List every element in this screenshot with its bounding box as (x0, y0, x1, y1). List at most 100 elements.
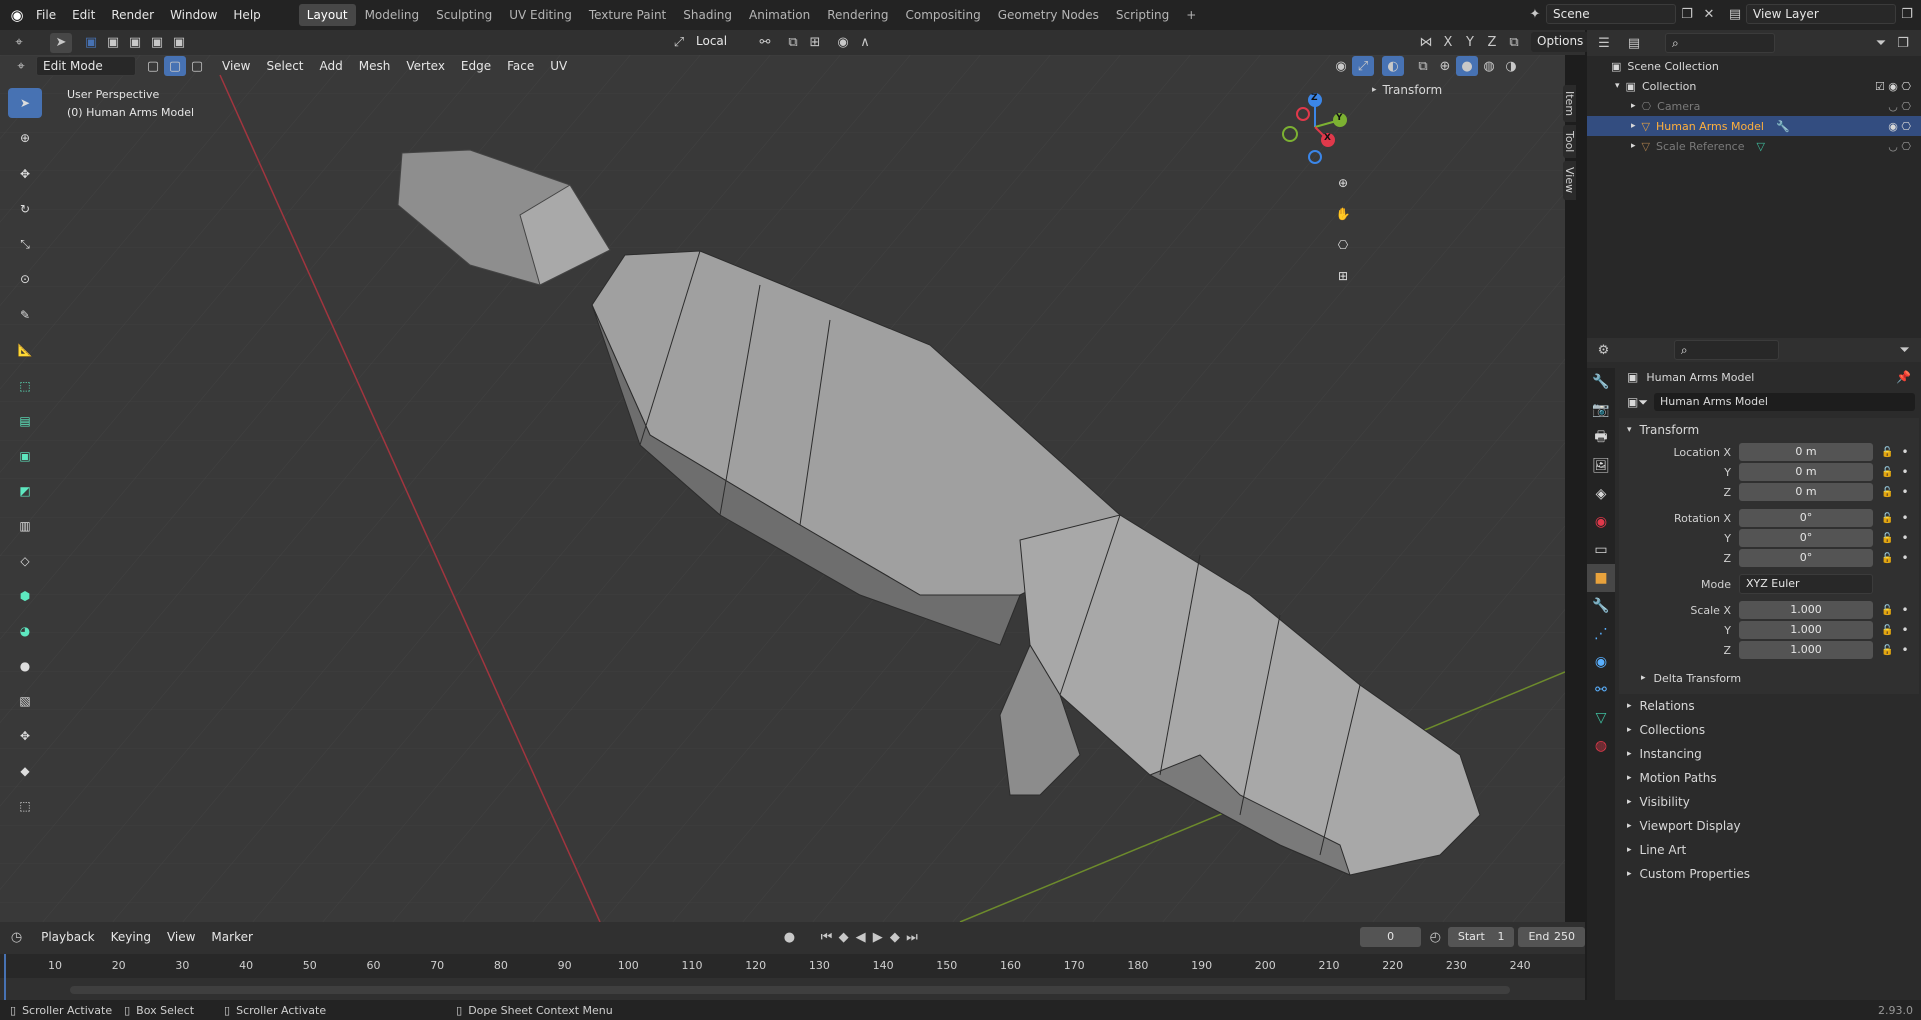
menu-view[interactable]: View (214, 55, 258, 77)
auto-keying-icon[interactable]: ● (781, 927, 798, 947)
menu-help[interactable]: Help (225, 4, 268, 26)
lock-icon[interactable]: 🔓 (1881, 605, 1893, 616)
shrink-fatten-tool-icon[interactable]: ✥ (8, 721, 42, 751)
location-y-field[interactable]: 0 m (1739, 463, 1873, 481)
tool-tab-icon[interactable]: 🔧 (1587, 368, 1615, 396)
axis-x-button[interactable]: X (1437, 32, 1459, 52)
location-x-field[interactable]: 0 m (1739, 443, 1873, 461)
snap-icon[interactable]: ⧉ (782, 32, 804, 52)
keyframe-dot-icon[interactable]: • (1901, 551, 1908, 565)
tab-scripting[interactable]: Scripting (1108, 4, 1177, 26)
new-scene-icon[interactable]: ❐ (1676, 4, 1698, 24)
outliner-item-scale-reference[interactable]: ▸ ▽ Scale Reference ▽ ◡ ⎔ (1587, 136, 1921, 156)
wireframe-shading-icon[interactable]: ⊕ (1434, 56, 1456, 76)
axis-z-button[interactable]: Z (1481, 32, 1503, 52)
blender-logo-icon[interactable]: ◉ (6, 5, 28, 25)
tab-view[interactable]: View (1563, 161, 1576, 200)
panel-line-art[interactable]: ▸ Line Art (1619, 838, 1919, 862)
keyframe-dot-icon[interactable]: • (1901, 643, 1908, 657)
3d-viewport[interactable]: User Perspective (0) Human Arms Model ⌖ … (0, 55, 1565, 922)
timeline-editor-icon[interactable]: ◷ (8, 927, 25, 947)
menu-edit[interactable]: Edit (64, 4, 103, 26)
outliner-scene-collection[interactable]: ▣ Scene Collection (1587, 56, 1921, 76)
keyframe-dot-icon[interactable]: • (1901, 603, 1908, 617)
visibility-eye-icon[interactable]: ◡ ⎔ (1888, 140, 1911, 153)
bevel-tool-icon[interactable]: ◩ (8, 476, 42, 506)
menu-vertex[interactable]: Vertex (398, 55, 453, 77)
view-layer-icon[interactable]: ▤ (1724, 4, 1746, 24)
cursor-tool-icon[interactable]: ⊕ (8, 123, 42, 153)
menu-playback[interactable]: Playback (33, 926, 103, 948)
smooth-tool-icon[interactable]: ● (8, 651, 42, 681)
mirror-icon[interactable]: ⋈ (1415, 32, 1437, 52)
next-keyframe-icon[interactable]: ◆ (886, 927, 903, 947)
lock-icon[interactable]: 🔓 (1881, 625, 1893, 636)
rotation-z-field[interactable]: 0° (1739, 549, 1873, 567)
play-reverse-icon[interactable]: ◀ (852, 927, 869, 947)
keyframe-dot-icon[interactable]: • (1901, 485, 1908, 499)
material-tab-icon[interactable]: ◍ (1587, 732, 1615, 760)
lock-icon[interactable]: 🔓 (1881, 467, 1893, 478)
current-frame-field[interactable]: 0 (1360, 927, 1421, 947)
world-tab-icon[interactable]: ◉ (1587, 508, 1615, 536)
editor-type-icon[interactable]: ⌖ (10, 56, 32, 76)
rip-tool-icon[interactable]: ⬚ (8, 791, 42, 821)
visibility-icon[interactable]: ◉ (1330, 56, 1352, 76)
axis-y-button[interactable]: Y (1459, 32, 1481, 52)
scale-x-field[interactable]: 1.000 (1739, 601, 1873, 619)
play-icon[interactable]: ▶ (869, 927, 886, 947)
lock-icon[interactable]: 🔓 (1881, 447, 1893, 458)
tab-modeling[interactable]: Modeling (357, 4, 428, 26)
start-frame-field[interactable]: Start 1 (1447, 927, 1515, 947)
xray-icon[interactable]: ⧉ (1412, 56, 1434, 76)
playhead[interactable] (4, 954, 6, 1002)
scene-tab-icon[interactable]: ◈ (1587, 480, 1615, 508)
navigation-gizmo[interactable]: Z Y X (1275, 90, 1355, 170)
expand-arrow-icon[interactable]: ▾ (1615, 81, 1620, 91)
zoom-icon[interactable]: ⊕ (1330, 170, 1356, 196)
inset-tool-icon[interactable]: ▣ (8, 441, 42, 471)
edge-slide-tool-icon[interactable]: ▧ (8, 686, 42, 716)
editor-type-icon[interactable]: ⌖ (8, 33, 30, 53)
menu-face[interactable]: Face (499, 55, 542, 77)
output-tab-icon[interactable]: 🖶 (1587, 424, 1615, 452)
view-layer-field[interactable]: View Layer (1746, 4, 1896, 24)
select-extend-icon[interactable]: ▣ (102, 33, 124, 53)
add-cube-tool-icon[interactable]: ⬚ (8, 371, 42, 401)
keyframe-dot-icon[interactable]: • (1901, 531, 1908, 545)
collection-tab-icon[interactable]: ▭ (1587, 536, 1615, 564)
tab-geometry-nodes[interactable]: Geometry Nodes (990, 4, 1107, 26)
rotation-x-field[interactable]: 0° (1739, 509, 1873, 527)
outliner-item-camera[interactable]: ▸ ⎔ Camera ◡ ⎔ (1587, 96, 1921, 116)
gizmo-toggle-icon[interactable]: ⤢ (1352, 56, 1374, 76)
transform-panel-header[interactable]: ▾ Transform (1619, 418, 1919, 442)
menu-keying[interactable]: Keying (103, 926, 159, 948)
lock-icon[interactable]: 🔓 (1881, 513, 1893, 524)
object-tab-icon[interactable]: ■ (1587, 564, 1615, 592)
stopwatch-icon[interactable]: ◴ (1427, 927, 1444, 947)
timeline-scrollbar[interactable] (70, 986, 1510, 994)
keyframe-dot-icon[interactable]: • (1901, 445, 1908, 459)
display-mode-icon[interactable]: ▤ (1623, 33, 1645, 53)
render-tab-icon[interactable]: 📷 (1587, 396, 1615, 424)
camera-view-icon[interactable]: ⎔ (1330, 232, 1356, 258)
overlay-toggle-icon[interactable]: ◐ (1382, 56, 1404, 76)
menu-mesh[interactable]: Mesh (351, 55, 399, 77)
panel-instancing[interactable]: ▸ Instancing (1619, 742, 1919, 766)
poly-build-tool-icon[interactable]: ⬢ (8, 581, 42, 611)
visibility-eye-icon[interactable]: ◡ ⎔ (1888, 100, 1911, 113)
expand-arrow-icon[interactable]: ▸ (1631, 101, 1636, 111)
outliner-collection[interactable]: ▾ ▣ Collection ☑ ◉ ⎔ (1587, 76, 1921, 96)
scale-y-field[interactable]: 1.000 (1739, 621, 1873, 639)
tab-texture-paint[interactable]: Texture Paint (581, 4, 674, 26)
modifier-tab-icon[interactable]: 🔧 (1587, 592, 1615, 620)
tab-shading[interactable]: Shading (675, 4, 740, 26)
properties-options-icon[interactable]: ⏷ (1894, 340, 1915, 360)
menu-uv[interactable]: UV (542, 55, 575, 77)
auto-merge-icon[interactable]: ⧉ (1503, 32, 1525, 52)
outliner-search-field[interactable]: ⌕ (1665, 33, 1775, 53)
extrude-tool-icon[interactable]: ▤ (8, 406, 42, 436)
scene-icon[interactable]: ✦ (1524, 4, 1546, 24)
outliner-item-human-arms-model[interactable]: ▸ ▽ Human Arms Model 🔧 ◉ ⎔ (1587, 116, 1921, 136)
properties-editor-icon[interactable]: ⚙ (1593, 340, 1614, 360)
